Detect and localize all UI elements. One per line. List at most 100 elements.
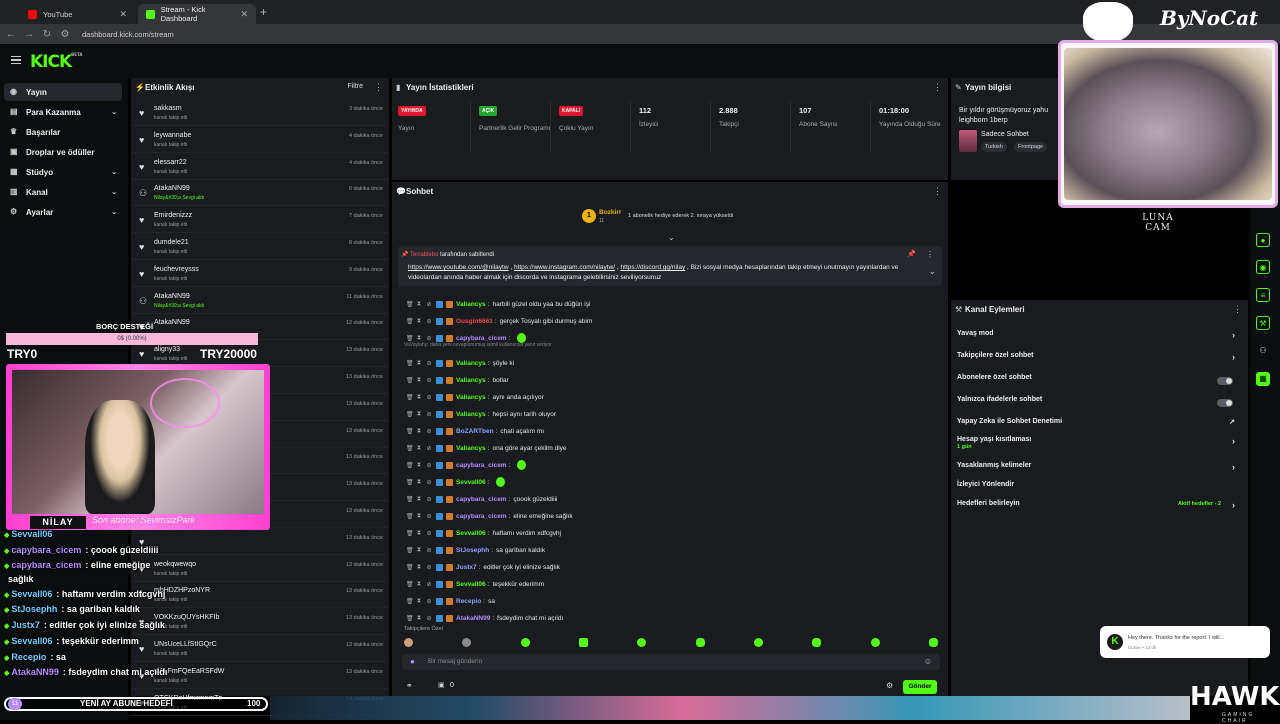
timeout-icon[interactable]: ⧗ [416,394,422,401]
chevron-down-icon[interactable]: ⌄ [668,233,675,242]
chevron-down-icon[interactable]: ⌄ [928,266,936,277]
sidebar-item-basarilar[interactable]: ♛ Başarılar [4,123,122,141]
reload-icon[interactable]: ↻ [40,29,54,40]
timeout-icon[interactable]: ⧗ [416,377,422,384]
more-icon[interactable]: ⋮ [933,186,942,197]
chat-message[interactable]: 🗑 ⧗ ⊘ capybara_cicem: çoook güzeldiiii [406,492,936,506]
ban-icon[interactable]: ⊘ [426,479,432,486]
emote-icon[interactable] [578,638,588,647]
forward-icon[interactable]: → [22,29,36,40]
tab-youtube[interactable]: YouTube ✕ [20,4,135,24]
ban-icon[interactable]: ⊘ [426,564,432,571]
gift-user[interactable]: Bozkirr [599,209,621,216]
sidebar-item-droplar[interactable]: ▣ Droplar ve ödüller [4,143,122,161]
filter-button[interactable]: Filtre [347,83,363,90]
ban-icon[interactable]: ⊘ [426,360,432,367]
chat-bubble-icon[interactable]: ● [1256,233,1270,247]
timeout-icon[interactable]: ⧗ [416,615,422,622]
trash-icon[interactable]: 🗑 [406,394,414,401]
trash-icon[interactable]: 🗑 [406,479,414,486]
chat-message[interactable]: 🗑 ⧗ ⊘ capybara_cicem: eline emeğine sağlık [406,509,936,523]
emote-icon[interactable] [753,638,763,647]
gear-icon[interactable]: ⚙ [886,681,893,690]
timeout-icon[interactable]: ⧗ [416,479,422,486]
ban-icon[interactable]: ⊘ [426,428,432,435]
instagram-link[interactable]: https://www.instagram.com/nilaytw/ [514,264,615,271]
timeout-icon[interactable]: ⧗ [416,496,422,503]
chat-message[interactable]: 🗑 ⧗ ⊘ Recepio: sa [406,594,936,608]
trash-icon[interactable]: 🗑 [406,301,414,308]
gift-icon[interactable]: ▣ [438,681,445,689]
activity-row[interactable]: ♥ leywannabe kanalı takip etti 4 dakika önc… [131,127,389,153]
activity-row[interactable]: ♥ sjALFmFQeEaRSFdW kanalı takip etti 13 dak… [131,663,389,689]
activity-row[interactable]: ♥ Emirdenizzz kanalı takip etti 7 dakika ön… [131,207,389,234]
ban-icon[interactable]: ⊘ [426,530,432,537]
category-name[interactable]: Sadece Sohbet [981,131,1029,138]
chat-username[interactable]: Valiancys [456,301,486,308]
chat-message[interactable]: 🗑 ⧗ ⊘ Valiancys: şöyle ki [406,356,936,370]
chat-username[interactable]: AtakaNN99 [456,615,490,622]
close-tab-icon[interactable]: ✕ [119,9,127,20]
channel-action[interactable]: İzleyici Yönlendir [957,481,1241,497]
chat-message[interactable]: 🗑 ⧗ ⊘ Valiancys: hepsi aynı tarih oluyor [406,407,936,421]
chat-message[interactable]: 🗑 ⧗ ⊘ AtakaNN99: fsdeydim chat mi açıldı [406,611,936,625]
activity-row[interactable]: ♥ weokqwewqo kanalı takip etti 13 dakika ön… [131,556,389,582]
activity-user[interactable]: feuchevreysss [154,266,199,273]
activity-row[interactable]: ♥ elessarr22 kanalı takip etti 4 dakika önc… [131,154,389,180]
activity-user[interactable]: sakkasm [154,105,182,112]
ban-icon[interactable]: ⊘ [426,377,432,384]
emote-icon[interactable] [637,638,647,647]
activity-row[interactable]: ♥ mbHDZHPzoNYR kanalı takip etti 13 dakika … [131,582,389,609]
chat-username[interactable]: capybara_cicem [456,335,507,342]
back-icon[interactable]: ← [4,29,18,40]
activity-row[interactable]: ♥ feuchevreysss kanalı takip etti 9 dakika … [131,261,389,287]
channel-action[interactable]: Takipçilere özel sohbet › [957,352,1241,368]
channel-action[interactable]: Hedefleri belirleyin Aktif hedefler - 2 › [957,500,1241,516]
chat-username[interactable]: StJosephh [456,547,489,554]
timeout-icon[interactable]: ⧗ [416,513,422,520]
chat-message[interactable]: 🗑 ⧗ ⊘ capybara_cicem: [406,458,936,472]
ban-icon[interactable]: ⊘ [426,581,432,588]
more-icon[interactable]: ⋮ [1233,304,1242,315]
trash-icon[interactable]: 🗑 [406,318,414,325]
emote-icon[interactable] [870,638,880,647]
activity-row[interactable]: ♥ sakkasm kanalı takip etti 3 dakika önce [131,100,389,126]
sidebar-item-ayarlar[interactable]: ⚙ Ayarlar ⌄ [4,203,122,221]
ban-icon[interactable]: ⊘ [426,445,432,452]
activity-row[interactable]: ♥ dumdele21 kanalı takip etti 8 dakika önce [131,234,389,260]
chat-username[interactable]: capybara_cicem [456,496,507,503]
activity-user[interactable]: AtakaNN99 [154,293,190,300]
activity-user[interactable]: UNsUceLLfStIGQrC [154,641,217,648]
timeout-icon[interactable]: ⧗ [416,445,422,452]
timeout-icon[interactable]: ⧗ [416,335,422,342]
toggle-switch[interactable] [1217,399,1233,407]
timeout-icon[interactable]: ⧗ [416,564,422,571]
chat-message[interactable]: 🗑 ⧗ ⊘ Sevvall06: teşekkür ederimm [406,577,936,591]
ban-icon[interactable]: ⊘ [426,462,432,469]
activity-user[interactable]: weokqwewqo [154,561,196,568]
grid-icon[interactable]: ▦ [1256,372,1270,386]
chat-message[interactable]: 🗑 ⧗ ⊘ Justx7: editler çok iyi elinize sağlık [406,560,936,574]
chat-username[interactable]: Sevvall06 [456,581,486,588]
sidebar-item-studyo[interactable]: ▦ Stüdyo ⌄ [4,163,122,181]
emote-icon[interactable] [520,638,530,647]
timeout-icon[interactable]: ⧗ [416,462,422,469]
chat-username[interactable]: Valiancys [456,377,486,384]
chat-username[interactable]: capybara_cicem [456,513,507,520]
timeout-icon[interactable]: ⧗ [416,411,422,418]
chat-message[interactable]: 🗑 ⧗ ⊘ Valiancys: ona göre ayar çekilm diye [406,441,936,455]
activity-user[interactable]: elessarr22 [154,159,187,166]
chat-username[interactable]: BoZARTben [456,428,494,435]
youtube-link[interactable]: https://www.youtube.com/@nilaytw [408,264,509,271]
activity-row[interactable]: ♥13 dakika önce [131,529,389,555]
ban-icon[interactable]: ⊘ [426,301,432,308]
ban-icon[interactable]: ⊘ [426,394,432,401]
activity-user[interactable]: dumdele21 [154,239,189,246]
users-icon[interactable]: ⚭ [406,681,413,690]
channel-action[interactable]: Yapay Zeka ile Sohbet Denetimi ↗ [957,418,1241,434]
activity-user[interactable]: Emirdenizzz [154,212,192,219]
channel-action[interactable]: Yalnızca ifadelerle sohbet [957,396,1241,412]
activity-user[interactable]: AtakaNN99 [154,185,190,192]
activity-row[interactable]: ♥ UNsUceLLfStIGQrC kanalı takip etti 13 dak… [131,636,389,662]
trash-icon[interactable]: 🗑 [406,547,414,554]
